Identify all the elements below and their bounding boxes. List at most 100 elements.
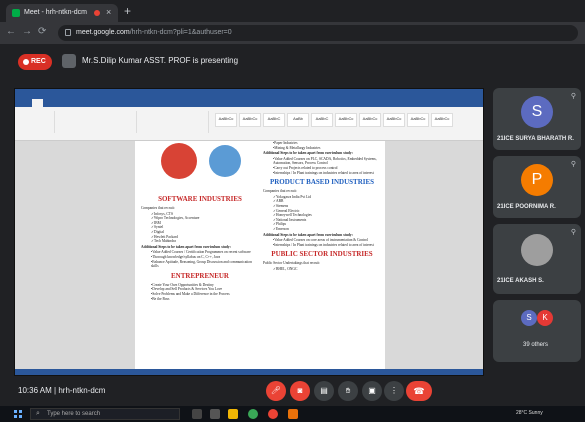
steps2-title: Additional Steps to be taken apart from … bbox=[263, 232, 353, 237]
others-tile[interactable]: S K 39 others bbox=[493, 300, 581, 362]
avatar: S bbox=[521, 96, 553, 128]
style-swatch: AaBb bbox=[287, 113, 309, 127]
file-explorer-icon[interactable] bbox=[228, 409, 238, 419]
left-column: SOFTWARE INDUSTRIES Companies that recru… bbox=[141, 141, 259, 301]
steps-title: Additional Steps to be taken apart from … bbox=[141, 244, 231, 249]
widgets-icon[interactable] bbox=[210, 409, 220, 419]
style-swatch: AaBbCc bbox=[239, 113, 261, 127]
circle-diagram bbox=[161, 143, 241, 179]
style-swatch: AaBbC bbox=[311, 113, 333, 127]
software-heading: SOFTWARE INDUSTRIES bbox=[158, 195, 242, 203]
list-item: Internships / In Plant trainings on indu… bbox=[273, 171, 381, 176]
more-options-icon[interactable]: ⋮ bbox=[384, 381, 404, 401]
public-sector-heading: PUBLIC SECTOR INDUSTRIES bbox=[271, 250, 373, 259]
meet-favicon-icon bbox=[12, 9, 20, 17]
word-title-bar bbox=[15, 89, 483, 99]
psu-list: BHEL, ONGC bbox=[263, 267, 381, 272]
list-item: Be the Boss bbox=[151, 297, 259, 302]
task-view-icon[interactable] bbox=[192, 409, 202, 419]
word-tab-active bbox=[32, 99, 43, 107]
reload-icon[interactable]: ⟳ bbox=[38, 26, 46, 37]
avatar: P bbox=[521, 164, 553, 196]
rec-badge: REC bbox=[18, 54, 52, 70]
style-swatch: AaBbCc bbox=[359, 113, 381, 127]
right-column: Paper IndustriesMining & Metallurgy Indu… bbox=[263, 141, 381, 271]
url-field[interactable]: meet.google.com/hrh-ntkn-dcm?pli=1&authu… bbox=[58, 25, 578, 41]
document-area: SOFTWARE INDUSTRIES Companies that recru… bbox=[15, 141, 483, 369]
pin-icon[interactable]: ⚲ bbox=[571, 160, 576, 168]
app-icon[interactable] bbox=[288, 409, 298, 419]
list-item: Value Added Courses on PLC, SCADA, Robot… bbox=[273, 157, 381, 166]
style-swatch: AaBbCc bbox=[215, 113, 237, 127]
raise-hand-icon[interactable]: ✋︎ bbox=[338, 381, 358, 401]
entrepreneur-list: Create Your Own Opportunities & DestinyD… bbox=[141, 283, 259, 301]
recording-dot-icon bbox=[94, 10, 100, 16]
steps2-list: Value Added Courses on core areas of ins… bbox=[263, 238, 381, 247]
weather-widget[interactable]: 28°C Sunny bbox=[516, 410, 543, 416]
list-item: Internships / In Plant trainings on indu… bbox=[273, 243, 381, 248]
participant-tile[interactable]: ⚲ 21ICE AKASH S. bbox=[493, 224, 581, 294]
others-label: 39 others bbox=[523, 342, 549, 348]
chrome-icon[interactable] bbox=[268, 409, 278, 419]
entrepreneur-heading: ENTREPRENEUR bbox=[171, 271, 229, 280]
close-tab-icon[interactable]: × bbox=[106, 7, 111, 17]
edge-icon[interactable] bbox=[248, 409, 258, 419]
others-avatar: S bbox=[521, 310, 537, 326]
list-item: Tech Mahindra bbox=[151, 239, 259, 244]
mic-off-icon[interactable]: 🎤︎ bbox=[266, 381, 286, 401]
list-item: Enhance Aptitude, Reasoning, Group Discu… bbox=[151, 260, 259, 269]
pin-icon[interactable]: ⚲ bbox=[571, 92, 576, 100]
companies-intro: Companies that recruit: bbox=[141, 206, 175, 210]
captions-icon[interactable]: ▤ bbox=[314, 381, 334, 401]
meet-controls-bar: 10:36 AM | hrh-ntkn-dcm 🎤︎ ◙ ▤ ✋︎ ▣ ⋮ ☎︎ bbox=[0, 378, 585, 406]
browser-tab[interactable]: Meet - hrh-ntkn-dcm × bbox=[6, 4, 118, 22]
meeting-time-code: 10:36 AM | hrh-ntkn-dcm bbox=[18, 386, 106, 395]
style-swatch: AaBbCc bbox=[431, 113, 453, 127]
url-path: /hrh-ntkn-dcm?pli=1&authuser=0 bbox=[129, 29, 232, 36]
list-item: Value Added Courses on core areas of ins… bbox=[273, 238, 381, 243]
list-item: BHEL, ONGC bbox=[273, 267, 381, 272]
back-icon[interactable]: ← bbox=[6, 26, 16, 37]
windows-taskbar: ⌕ Type here to search 28°C Sunny bbox=[0, 406, 585, 422]
new-tab-icon[interactable]: + bbox=[124, 4, 131, 18]
pin-icon[interactable]: ⚲ bbox=[571, 228, 576, 236]
presenter-text: Mr.S.Dilip Kumar ASST. PROF is presentin… bbox=[82, 56, 239, 65]
participant-name: 21ICE AKASH S. bbox=[497, 278, 544, 284]
word-tab bbox=[23, 99, 24, 107]
word-tab bbox=[51, 99, 53, 107]
url-host: meet.google.com bbox=[76, 29, 130, 36]
others-avatar: K bbox=[537, 310, 553, 326]
present-icon[interactable]: ▣ bbox=[362, 381, 382, 401]
windows-start-icon[interactable] bbox=[14, 410, 22, 418]
presenter-avatar-icon bbox=[62, 54, 76, 68]
company-list: Infosys, CTSWipro Technologies, Accentur… bbox=[141, 212, 259, 244]
word-status-bar bbox=[15, 369, 483, 375]
presenting-bar: REC Mr.S.Dilip Kumar ASST. PROF is prese… bbox=[0, 44, 585, 78]
forward-icon[interactable]: → bbox=[22, 26, 32, 37]
taskbar-search[interactable]: ⌕ Type here to search bbox=[30, 408, 180, 420]
tab-title: Meet - hrh-ntkn-dcm bbox=[24, 9, 88, 16]
list-item: Mining & Metallurgy Industries bbox=[273, 146, 381, 151]
browser-tab-bar: Meet - hrh-ntkn-dcm × + bbox=[0, 0, 585, 22]
list-item: Emerson bbox=[273, 227, 381, 232]
clipboard-group bbox=[19, 111, 55, 133]
steps-title: Additional Steps to be taken apart from … bbox=[263, 151, 353, 156]
steps-list: Value Added Courses / Certification Prog… bbox=[141, 250, 259, 268]
font-group bbox=[57, 111, 137, 133]
shared-screen: AaBbCc AaBbCc AaBbC AaBb AaBbC AaBbCc Aa… bbox=[14, 88, 484, 376]
participant-tile[interactable]: ⚲ P 21ICE POORNIMA R. bbox=[493, 156, 581, 218]
search-placeholder: Type here to search bbox=[47, 411, 101, 417]
search-icon: ⌕ bbox=[36, 410, 40, 417]
blue-circle bbox=[209, 145, 241, 177]
end-call-icon[interactable]: ☎︎ bbox=[406, 381, 432, 401]
style-swatch: AaBbCc bbox=[407, 113, 429, 127]
camera-off-icon[interactable]: ◙ bbox=[290, 381, 310, 401]
avatar-photo bbox=[521, 234, 553, 266]
style-swatch: AaBbCc bbox=[383, 113, 405, 127]
top-list: Paper IndustriesMining & Metallurgy Indu… bbox=[263, 141, 381, 150]
participant-tile[interactable]: ⚲ S 21ICE SURYA BHARATH R. bbox=[493, 88, 581, 150]
address-bar: ← → ⟳ meet.google.com/hrh-ntkn-dcm?pli=1… bbox=[0, 22, 585, 44]
word-ribbon: AaBbCc AaBbCc AaBbC AaBb AaBbC AaBbCc Aa… bbox=[15, 107, 483, 141]
red-circle bbox=[161, 143, 197, 179]
style-swatch: AaBbCc bbox=[335, 113, 357, 127]
